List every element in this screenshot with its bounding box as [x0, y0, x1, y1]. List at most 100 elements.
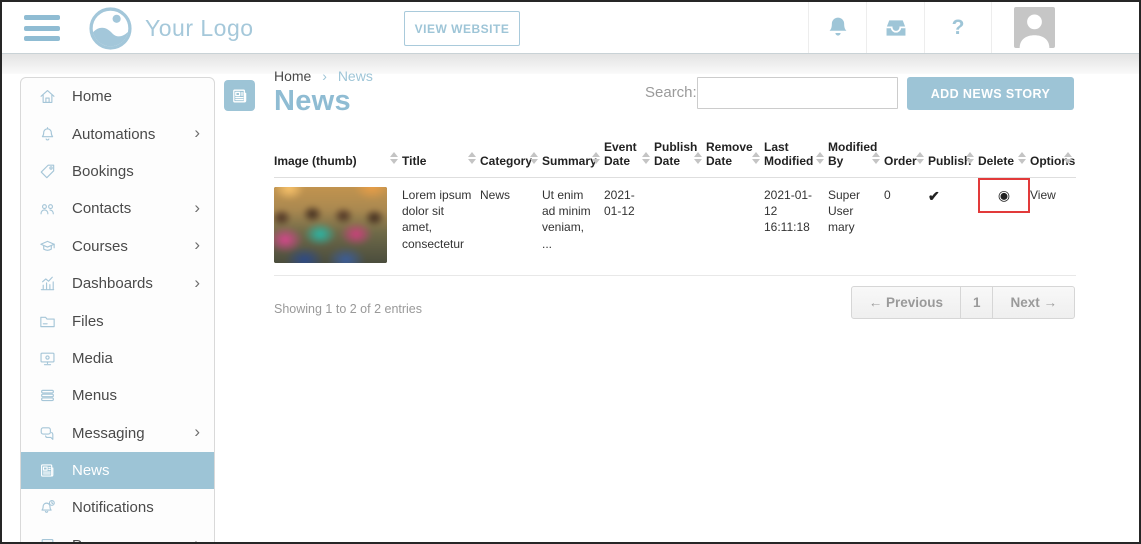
sidebar-item-label: Notifications: [72, 499, 154, 516]
main-content: Home › News News Search: ADD NEWS STORY …: [274, 68, 1075, 336]
sidebar-item-label: News: [72, 462, 110, 479]
user-avatar: [1014, 7, 1055, 48]
cell-summary: Ut enim ad minim veniam, ...: [542, 178, 604, 276]
inbox-icon: [883, 17, 909, 39]
inbox-button[interactable]: [866, 2, 924, 53]
news-thumbnail-image: [274, 187, 387, 263]
chevron-right-icon: ›: [194, 123, 200, 143]
sidebar-item-bookings[interactable]: Bookings: [21, 153, 214, 190]
user-menu[interactable]: [991, 2, 1139, 53]
column-header-summary[interactable]: Summary: [542, 136, 604, 178]
column-label: Order: [884, 154, 917, 168]
cell-last-modified: 2021-01-12 16:11:18: [764, 178, 828, 276]
sidebar-item-label: Contacts: [72, 200, 131, 217]
sidebar-item-label: Pages: [72, 537, 115, 544]
column-header-publish[interactable]: Publish: [928, 136, 978, 178]
table-footer: Showing 1 to 2 of 2 entries ← Previous 1…: [274, 276, 1075, 336]
sidebar-item-messaging[interactable]: Messaging ›: [21, 415, 214, 452]
sidebar-item-notifications[interactable]: Notifications: [21, 489, 214, 526]
sort-icon: [468, 152, 476, 164]
column-header-publish-date[interactable]: Publish Date: [654, 136, 706, 178]
cell-title: Lorem ipsum dolor sit amet, consectetur: [402, 178, 480, 276]
column-header-order[interactable]: Order: [884, 136, 928, 178]
sidebar-item-files[interactable]: Files: [21, 302, 214, 339]
chevron-right-icon: ›: [194, 235, 200, 255]
cell-category: News: [480, 178, 542, 276]
cell-publish: ✔: [928, 178, 978, 276]
help-button[interactable]: ?: [924, 2, 991, 53]
logo[interactable]: Your Logo: [88, 6, 254, 51]
column-header-modified-by[interactable]: Modified By: [828, 136, 884, 178]
column-label: Summary: [542, 154, 597, 168]
column-header-last-modified[interactable]: Last Modified: [764, 136, 828, 178]
sidebar-item-dashboards[interactable]: Dashboards ›: [21, 265, 214, 302]
chevron-right-icon: ›: [194, 198, 200, 218]
column-label: Remove Date: [706, 140, 753, 168]
page-icon: [38, 536, 57, 544]
media-screen-icon: [38, 349, 57, 368]
tag-icon: [38, 162, 57, 181]
sidebar-item-media[interactable]: Media: [21, 340, 214, 377]
news-table: Image (thumb) Title Category Summary Eve…: [274, 136, 1076, 276]
breadcrumb-home-link[interactable]: Home: [274, 68, 311, 84]
notifications-bell-button[interactable]: [808, 2, 866, 53]
pagination-page-1-button[interactable]: 1: [960, 286, 994, 319]
sidebar-item-label: Messaging: [72, 425, 145, 442]
delete-highlight-annotation: ◉: [978, 178, 1030, 213]
view-website-button[interactable]: VIEW WEBSITE: [404, 11, 520, 46]
sidebar-item-label: Menus: [72, 387, 117, 404]
newspaper-icon: [230, 86, 250, 106]
sort-icon: [390, 152, 398, 164]
column-label: Publish: [928, 154, 971, 168]
users-icon: [38, 199, 57, 218]
publish-checkmark-icon: ✔: [928, 188, 940, 204]
table-header-row: Image (thumb) Title Category Summary Eve…: [274, 136, 1076, 178]
column-header-image[interactable]: Image (thumb): [274, 136, 402, 178]
column-header-category[interactable]: Category: [480, 136, 542, 178]
cell-options: View: [1030, 178, 1076, 276]
sidebar-item-home[interactable]: Home: [21, 78, 214, 115]
cell-order: 0: [884, 178, 928, 276]
logo-mark-icon: [88, 6, 133, 51]
pagination-previous-button[interactable]: ← Previous: [851, 286, 961, 319]
column-label: Delete: [978, 154, 1014, 168]
search-label: Search:: [645, 84, 697, 101]
search-input[interactable]: [697, 77, 898, 109]
sidebar-item-label: Bookings: [72, 163, 134, 180]
sort-icon: [1064, 152, 1072, 164]
top-bar-actions: ?: [808, 2, 1139, 53]
column-label: Title: [402, 154, 426, 168]
column-header-event-date[interactable]: Event Date: [604, 136, 654, 178]
add-news-story-button[interactable]: ADD NEWS STORY: [907, 77, 1074, 110]
sort-icon: [966, 152, 974, 164]
delete-record-icon[interactable]: ◉: [998, 186, 1010, 205]
breadcrumb-current: News: [338, 68, 373, 84]
hamburger-menu-icon[interactable]: [24, 15, 60, 41]
sidebar-item-label: Dashboards: [72, 275, 153, 292]
sidebar-item-news[interactable]: News: [21, 452, 214, 489]
column-header-delete[interactable]: Delete: [978, 136, 1030, 178]
newspaper-icon: [38, 461, 57, 480]
logo-text: Your Logo: [145, 15, 254, 42]
sidebar-item-courses[interactable]: Courses ›: [21, 228, 214, 265]
sidebar-item-contacts[interactable]: Contacts ›: [21, 190, 214, 227]
sort-icon: [592, 152, 600, 164]
courses-icon: [38, 237, 57, 256]
cell-delete: ◉: [978, 178, 1030, 276]
column-header-remove-date[interactable]: Remove Date: [706, 136, 764, 178]
cell-image: [274, 178, 402, 276]
sidebar-item-menus[interactable]: Menus: [21, 377, 214, 414]
sidebar-item-automations[interactable]: Automations ›: [21, 115, 214, 152]
column-label: Event Date: [604, 140, 637, 168]
view-link[interactable]: View: [1030, 188, 1056, 202]
chevron-right-icon: ›: [194, 422, 200, 442]
help-icon: ?: [952, 16, 965, 40]
pagination-next-button[interactable]: Next →: [992, 286, 1075, 319]
sidebar-item-pages[interactable]: Pages ›: [21, 527, 214, 544]
column-header-options[interactable]: Options: [1030, 136, 1076, 178]
column-header-title[interactable]: Title: [402, 136, 480, 178]
news-quick-button[interactable]: [224, 80, 255, 111]
home-icon: [38, 87, 57, 106]
cell-remove-date: [706, 178, 764, 276]
column-label: Image (thumb): [274, 154, 357, 168]
